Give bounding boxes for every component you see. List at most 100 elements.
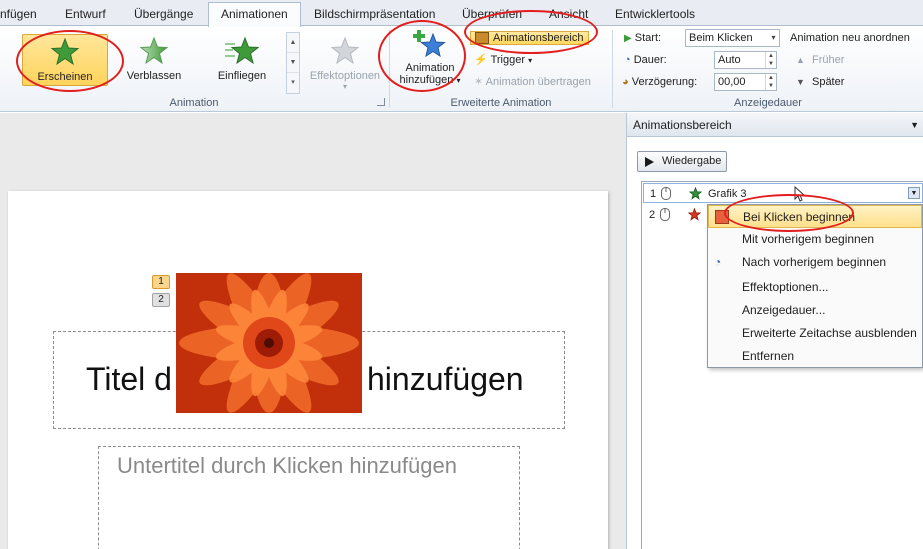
menu-item-entfernen[interactable]: Entfernen <box>708 345 922 368</box>
effect-einfliegen-button[interactable]: Einfliegen <box>200 34 284 86</box>
mouse-icon <box>660 208 670 221</box>
mouse-icon <box>661 187 671 200</box>
group-label-advanced-animation: Erweiterte Animation <box>450 97 552 109</box>
menu-item-label: Bei Klicken beginnen <box>743 210 856 224</box>
menu-item-anzeigedauer[interactable]: Anzeigedauer... <box>708 299 922 322</box>
subtitle-text: Untertitel durch Klicken hinzufügen <box>117 453 457 478</box>
start-select[interactable]: Beim Klicken ▾ <box>685 29 780 47</box>
effect-erscheinen-label: Erscheinen <box>37 71 93 83</box>
effect-verblassen-label: Verblassen <box>126 70 182 82</box>
menu-item-label: Erweiterte Zeitachse ausblenden <box>742 326 917 340</box>
ribbon: Erscheinen Verblassen Einfliegen ▲ ▼ ▾ E… <box>0 26 923 112</box>
play-icon <box>645 157 654 167</box>
item-dropdown-chevron-icon[interactable]: ▼ <box>908 187 920 199</box>
delay-input[interactable]: 00,00 ▲ ▼ <box>714 73 777 91</box>
tab-entwurf[interactable]: Entwurf <box>65 5 106 25</box>
ribbon-tab-bar: nfügen Entwurf Übergänge Animationen Bil… <box>0 0 923 27</box>
context-menu: Bei Klicken beginnen Mit vorherigem begi… <box>707 204 923 368</box>
group-label-animation: Animation <box>169 97 219 109</box>
tab-animationen[interactable]: Animationen <box>208 2 301 27</box>
gallery-more-icon[interactable]: ▾ <box>287 73 299 93</box>
group-label-timing: Anzeigedauer <box>734 97 802 109</box>
tab-uebergaenge[interactable]: Übergänge <box>134 5 193 25</box>
title-text-left: Titel d <box>86 361 172 397</box>
clock-icon: ◔ <box>624 54 631 66</box>
effect-einfliegen-label: Einfliegen <box>217 70 267 82</box>
trigger-label: Trigger <box>490 54 525 66</box>
star-gray-icon <box>330 36 360 65</box>
tab-einfuegen[interactable]: nfügen <box>0 5 37 25</box>
pane-menu-chevron-icon[interactable]: ▼ <box>910 113 919 137</box>
item-number: 1 <box>650 188 657 200</box>
down-triangle-icon: ▼ <box>796 77 805 87</box>
animation-pane-button[interactable]: Animationsbereich <box>470 28 589 48</box>
dialog-launcher-icon[interactable] <box>377 98 385 106</box>
up-triangle-icon: ▲ <box>796 55 805 65</box>
start-select-chevron-icon[interactable]: ▾ <box>768 30 779 46</box>
item-number: 2 <box>649 209 656 221</box>
duration-input[interactable]: Auto ▲ ▼ <box>714 51 777 69</box>
gallery-down-icon[interactable]: ▼ <box>287 53 299 73</box>
animation-pane-label: Animationsbereich <box>493 32 584 44</box>
flower-graphic <box>176 273 362 413</box>
animation-pane-header: Animationsbereich ▼ <box>627 113 923 137</box>
animation-badge-2[interactable]: 2 <box>152 293 170 307</box>
start-select-value: Beim Klicken <box>689 32 753 44</box>
menu-item-label: Entfernen <box>742 349 795 363</box>
clock-icon: ◔ <box>714 255 722 269</box>
effect-gallery-scrollbar[interactable]: ▲ ▼ ▾ <box>286 32 300 94</box>
add-animation-star-icon <box>413 30 446 58</box>
delay-label: ◕ Verzögerung: <box>622 76 698 88</box>
effect-options-button[interactable]: Effektoptionen ▾ <box>304 34 386 91</box>
menu-item-label: Anzeigedauer... <box>742 303 826 317</box>
animation-badge-1[interactable]: 1 <box>152 275 170 289</box>
gallery-up-icon[interactable]: ▲ <box>287 33 299 53</box>
trigger-button[interactable]: ⚡ Trigger ▾ <box>474 50 532 70</box>
tab-ueberpruefen[interactable]: Überprüfen <box>462 5 522 25</box>
flower-image[interactable] <box>176 273 362 413</box>
tab-entwicklertools[interactable]: Entwicklertools <box>615 5 695 25</box>
animation-pane-highlight: Animationsbereich <box>470 31 589 45</box>
add-animation-label-2: hinzufügen ▾ <box>399 74 461 86</box>
animation-pane-title: Animationsbereich <box>633 118 732 132</box>
mouse-pointer-icon <box>794 186 806 202</box>
animation-painter-icon: ✶ <box>474 76 484 88</box>
star-fade-icon <box>139 36 169 65</box>
menu-item-label: Nach vorherigem beginnen <box>742 255 887 269</box>
duration-spinner[interactable]: ▲ ▼ <box>765 52 776 68</box>
later-button[interactable]: ▼ Später <box>796 72 844 92</box>
menu-item-erweiterte-zeitachse-ausblenden[interactable]: Erweiterte Zeitachse ausblenden <box>708 322 922 345</box>
title-text-right: hinzufügen <box>367 361 524 397</box>
menu-item-bei-klicken-beginnen[interactable]: Bei Klicken beginnen <box>708 205 922 228</box>
menu-item-effektoptionen[interactable]: Effektoptionen... <box>708 276 922 299</box>
menu-item-mit-vorherigem-beginnen[interactable]: Mit vorherigem beginnen <box>708 228 922 251</box>
delay-spinner[interactable]: ▲ ▼ <box>765 74 776 90</box>
menu-item-label: Mit vorherigem beginnen <box>742 232 875 246</box>
lightning-icon: ⚡ <box>474 54 488 66</box>
slide-workspace: Titel d hinzufügen Untertitel durch Klic… <box>0 113 626 549</box>
earlier-button[interactable]: ▲ Früher <box>796 50 844 70</box>
star-green-icon <box>689 187 702 200</box>
menu-item-label: Effektoptionen... <box>742 280 829 294</box>
menu-item-nach-vorherigem-beginnen[interactable]: ◔ Nach vorherigem beginnen <box>708 251 922 274</box>
effect-verblassen-button[interactable]: Verblassen <box>112 34 196 86</box>
reorder-label: Animation neu anordnen <box>790 32 910 44</box>
delay-value: 00,00 <box>718 76 746 88</box>
delay-clock-icon: ◕ <box>622 76 629 88</box>
animation-painter-button[interactable]: ✶ Animation übertragen <box>474 72 591 92</box>
tab-bildschirmpraesentation[interactable]: Bildschirmpräsentation <box>314 5 435 25</box>
mouse-icon <box>715 210 729 224</box>
add-animation-label-1: Animation <box>405 62 455 74</box>
trigger-chevron-icon: ▾ <box>528 56 533 65</box>
tab-ansicht[interactable]: Ansicht <box>549 5 588 25</box>
duration-label: ◔ Dauer: <box>624 54 667 66</box>
animation-pane-icon <box>475 32 489 45</box>
star-fly-in-icon <box>225 36 259 65</box>
play-label: Wiedergabe <box>662 155 722 167</box>
effect-options-chevron-icon: ▾ <box>342 82 347 91</box>
animation-list-item-1[interactable]: 1 Grafik 3 ▼ <box>643 183 923 203</box>
effect-erscheinen-button[interactable]: Erscheinen <box>22 34 108 86</box>
animation-painter-label: Animation übertragen <box>485 76 591 88</box>
add-animation-button[interactable]: Animation hinzufügen ▾ <box>394 26 466 92</box>
play-button[interactable]: Wiedergabe <box>637 151 727 172</box>
